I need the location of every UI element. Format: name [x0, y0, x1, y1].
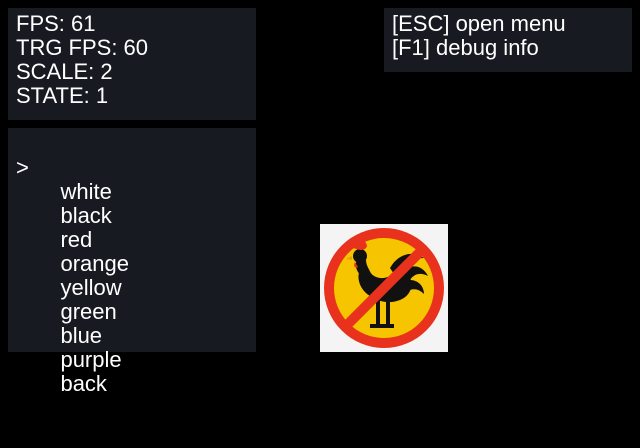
debug-info-hint: [F1] debug info — [392, 35, 539, 60]
menu-item-yellow[interactable]: yellow — [16, 228, 256, 300]
menu-item-back[interactable]: back — [16, 324, 256, 396]
open-menu-hint: [ESC] open menu — [392, 11, 566, 36]
scale-readout: SCALE: 2 — [16, 59, 113, 84]
no-rooster-logo — [320, 224, 448, 352]
stats-panel: FPS: 61 TRG FPS: 60 SCALE: 2 STATE: 1 — [8, 8, 256, 120]
menu-cursor: > — [16, 155, 29, 180]
color-menu: white > black red orange yellow green bl… — [8, 128, 256, 396]
target-fps-readout: TRG FPS: 60 — [16, 35, 149, 60]
menu-item-label: back — [60, 371, 107, 396]
menu-item-orange[interactable]: orange — [16, 204, 256, 276]
menu-item-purple[interactable]: purple — [16, 300, 256, 372]
no-rooster-icon — [320, 224, 448, 352]
menu-item-red[interactable]: red — [16, 180, 256, 252]
help-panel: [ESC] open menu [F1] debug info — [384, 8, 632, 72]
menu-item-white[interactable]: white — [16, 132, 256, 204]
menu-item-black[interactable]: > black — [16, 155, 256, 228]
fps-readout: FPS: 61 — [16, 11, 96, 36]
menu-item-blue[interactable]: blue — [16, 276, 256, 348]
menu-item-green[interactable]: green — [16, 252, 256, 324]
menu-item-label: purple — [60, 347, 122, 372]
state-readout: STATE: 1 — [16, 83, 109, 108]
